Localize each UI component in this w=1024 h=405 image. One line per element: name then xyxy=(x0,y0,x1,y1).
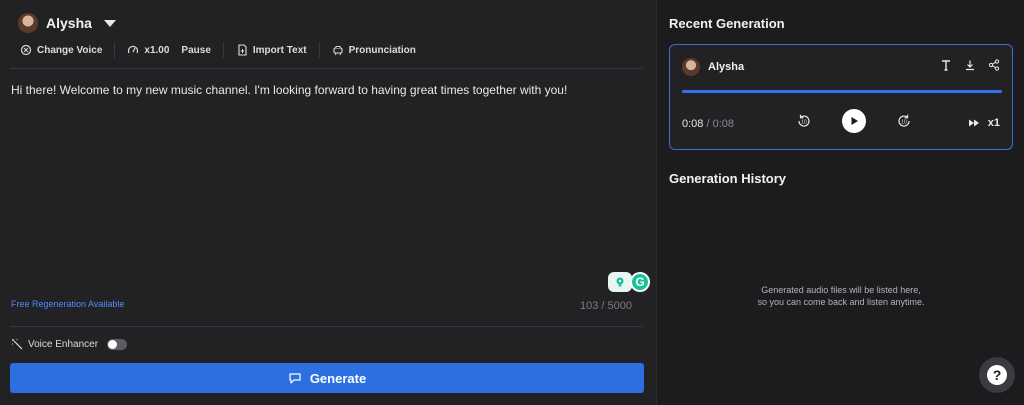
pause-label: Pause xyxy=(181,44,211,56)
voice-swap-icon xyxy=(20,44,32,56)
speed-value: x1.00 xyxy=(144,44,170,56)
change-voice-label: Change Voice xyxy=(37,44,103,56)
play-button[interactable] xyxy=(842,109,866,133)
voice-name: Alysha xyxy=(46,15,92,31)
help-button[interactable]: ? xyxy=(979,357,1015,393)
svg-text:10: 10 xyxy=(901,120,907,126)
import-text-label: Import Text xyxy=(252,44,307,56)
toolbar-divider xyxy=(114,42,116,58)
voice-enhancer-toggle[interactable] xyxy=(107,338,128,350)
grammarly-bulb-icon[interactable] xyxy=(608,272,632,292)
voice-avatar xyxy=(18,13,38,33)
playback-controls: 10 10 xyxy=(796,109,912,133)
download-icon[interactable] xyxy=(964,59,976,71)
playback-progress-bar[interactable] xyxy=(682,90,1002,93)
pronunciation-icon xyxy=(332,44,344,56)
pronunciation-label: Pronunciation xyxy=(348,44,416,56)
history-empty-line1: Generated audio files will be listed her… xyxy=(761,285,921,295)
history-empty-state: Generated audio files will be listed her… xyxy=(669,284,1013,308)
voice-selector[interactable]: Alysha xyxy=(18,12,116,34)
pronunciation-button[interactable]: Pronunciation xyxy=(332,44,416,56)
recent-voice-name: Alysha xyxy=(708,61,745,73)
voice-enhancer-row: Voice Enhancer xyxy=(11,338,128,350)
grammarly-widget[interactable]: G xyxy=(608,272,650,292)
svg-text:10: 10 xyxy=(801,120,807,126)
speed-button[interactable]: x1.00 xyxy=(127,44,169,56)
script-textarea[interactable]: Hi there! Welcome to my new music channe… xyxy=(11,83,631,97)
share-icon[interactable] xyxy=(988,59,1000,71)
chevron-down-icon[interactable] xyxy=(103,19,116,27)
toolbar-divider xyxy=(222,42,224,58)
playback-time: 0:08 / 0:08 xyxy=(682,118,734,130)
history-empty-line2: so you can come back and listen anytime. xyxy=(757,297,925,307)
editor-toolbar: Change Voice x1.00 Pause Import Text Pro… xyxy=(20,40,416,60)
text-icon[interactable] xyxy=(940,59,952,71)
import-text-button[interactable]: Import Text xyxy=(236,44,307,56)
change-voice-button[interactable]: Change Voice xyxy=(20,44,102,56)
generate-button[interactable]: Generate xyxy=(10,363,644,393)
rewind-10-icon[interactable]: 10 xyxy=(796,113,812,129)
toolbar-divider xyxy=(318,42,320,58)
playback-speed-value: x1 xyxy=(987,117,1000,129)
voice-enhancer-label: Voice Enhancer xyxy=(28,338,99,350)
forward-10-icon[interactable]: 10 xyxy=(896,113,912,129)
file-import-icon xyxy=(236,44,248,56)
time-separator: / xyxy=(703,118,713,130)
help-icon: ? xyxy=(987,365,1007,385)
fast-forward-icon xyxy=(968,117,980,129)
chat-bubble-icon xyxy=(288,371,302,385)
editor-bottom-divider xyxy=(10,326,643,327)
generation-history-title: Generation History xyxy=(669,171,787,186)
magic-wand-icon xyxy=(11,338,23,350)
generate-label: Generate xyxy=(309,370,367,386)
recent-voice-avatar xyxy=(682,58,700,76)
grammarly-g-icon[interactable]: G xyxy=(630,272,650,292)
recent-generation-title: Recent Generation xyxy=(669,16,785,31)
free-regeneration-link[interactable]: Free Regeneration Available xyxy=(11,299,124,309)
recent-generation-card: Alysha 0:08 / 0:08 10 10 x1 xyxy=(669,44,1013,150)
character-count: 103 / 5000 xyxy=(580,300,632,312)
playback-progress-fill xyxy=(682,90,1002,93)
recent-voice: Alysha xyxy=(682,58,744,76)
recent-card-actions xyxy=(940,59,1000,71)
current-time: 0:08 xyxy=(682,118,704,130)
total-time: 0:08 xyxy=(712,118,735,130)
playback-speed[interactable]: x1 xyxy=(968,117,1000,129)
pause-button[interactable]: Pause xyxy=(181,45,210,56)
panel-divider xyxy=(656,0,657,405)
toolbar-divider-line xyxy=(10,68,643,69)
speed-gauge-icon xyxy=(127,44,139,56)
